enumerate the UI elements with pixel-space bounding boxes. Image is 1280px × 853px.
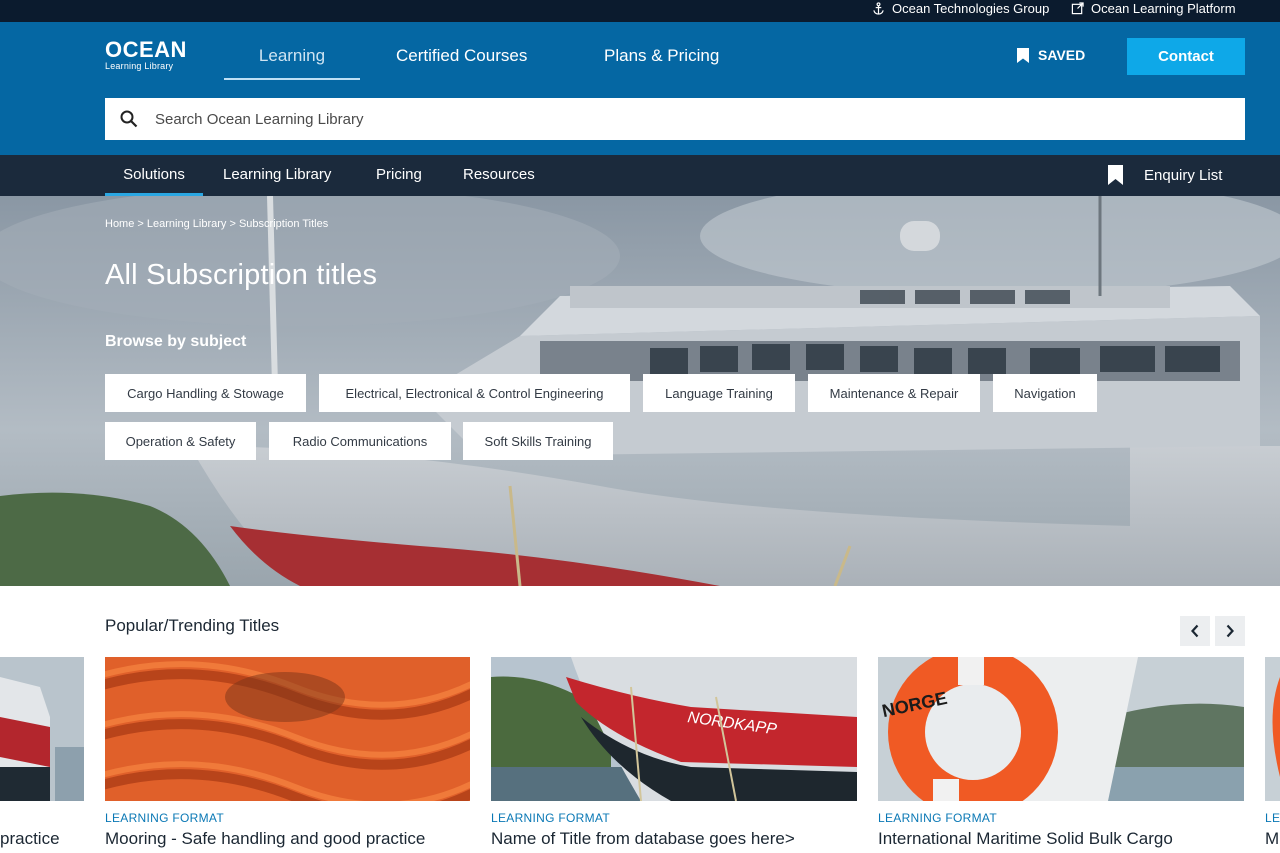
course-card-image [0, 657, 84, 801]
nav-certified-courses[interactable]: Certified Courses [396, 45, 527, 67]
course-card-image [105, 657, 470, 801]
external-link-icon [1071, 1, 1084, 14]
course-card[interactable]: NORGE LEARNING FORMAT International Mari… [878, 657, 1244, 853]
popular-trending-heading: Popular/Trending Titles [105, 616, 280, 635]
course-card[interactable]: LE M [1265, 657, 1280, 853]
saved-label: SAVED [1038, 47, 1086, 63]
course-card[interactable]: NORDKAPP LEARNING FORMAT Name of Title f… [491, 657, 857, 853]
subject-chip-maintenance-repair[interactable]: Maintenance & Repair [808, 374, 980, 412]
bookmark-icon [1017, 47, 1029, 63]
course-card-format: LEARNING FORMAT [105, 811, 224, 825]
ocean-learning-platform-link[interactable]: Ocean Learning Platform [1071, 0, 1236, 16]
breadcrumb-separator: > [137, 218, 144, 230]
ocean-technologies-link[interactable]: Ocean Technologies Group [872, 0, 1049, 16]
course-card-image: NORGE [878, 657, 1244, 801]
carousel-next-button[interactable] [1215, 616, 1245, 646]
ocean-logo[interactable]: OCEAN Learning Library [105, 37, 187, 72]
breadcrumb: Home > Learning Library > Subscription T… [105, 218, 328, 230]
subject-chip-operation-safety[interactable]: Operation & Safety [105, 422, 256, 460]
subnav-resources[interactable]: Resources [463, 166, 535, 184]
course-card-title: Mooring - Safe handling and good practic… [105, 829, 426, 848]
subnav-pricing[interactable]: Pricing [376, 166, 422, 184]
anchor-icon [873, 1, 884, 15]
breadcrumb-separator: > [229, 218, 236, 230]
subject-chip-soft-skills[interactable]: Soft Skills Training [463, 422, 613, 460]
course-card[interactable]: LEARNING FORMAT Mooring - Safe handling … [105, 657, 470, 853]
contact-button[interactable]: Contact [1127, 38, 1245, 75]
logo-sub-text: Learning Library [105, 61, 174, 71]
course-card-format: LEARNING FORMAT [491, 811, 610, 825]
breadcrumb-learning-library[interactable]: Learning Library [147, 218, 227, 230]
search-icon [120, 110, 138, 128]
utility-bar: Ocean Technologies Group Ocean Learning … [0, 0, 1280, 22]
course-card[interactable]: practice [0, 657, 84, 853]
ocean-learning-platform-label: Ocean Learning Platform [1091, 0, 1236, 16]
saved-link[interactable]: SAVED [1017, 47, 1085, 63]
subnav-solutions[interactable]: Solutions [105, 166, 203, 184]
subnav-learning-library[interactable]: Learning Library [223, 166, 331, 184]
sub-navigation: Solutions Learning Library Pricing Resou… [0, 155, 1280, 196]
subject-chip-navigation[interactable]: Navigation [993, 374, 1097, 412]
hero-banner: Home > Learning Library > Subscription T… [0, 196, 1280, 586]
chevron-left-icon [1191, 624, 1199, 638]
chevron-right-icon [1226, 624, 1234, 638]
enquiry-list-link[interactable]: Enquiry List [1108, 165, 1222, 185]
course-card-title: practice [0, 829, 60, 848]
nav-plans-pricing[interactable]: Plans & Pricing [604, 45, 719, 67]
browse-by-subject-heading: Browse by subject [105, 333, 247, 350]
subject-chip-radio-communications[interactable]: Radio Communications [269, 422, 451, 460]
breadcrumb-current: Subscription Titles [238, 218, 329, 230]
course-card-format: LE [1265, 811, 1280, 825]
course-card-image: NORDKAPP [491, 657, 857, 801]
subject-chip-electrical[interactable]: Electrical, Electronical & Control Engin… [319, 374, 630, 412]
bookmark-icon [1108, 165, 1123, 185]
course-card-image [1265, 657, 1280, 801]
nav-learning[interactable]: Learning [224, 45, 360, 67]
ocean-technologies-label: Ocean Technologies Group [892, 0, 1050, 16]
page-title: All Subscription titles [105, 259, 378, 291]
carousel-prev-button[interactable] [1180, 616, 1210, 646]
search-input[interactable] [155, 110, 1155, 128]
main-header: OCEAN Learning Library Learning Certifie… [0, 22, 1280, 155]
logo-main-text: OCEAN [105, 37, 187, 62]
enquiry-list-label: Enquiry List [1144, 166, 1223, 184]
breadcrumb-home[interactable]: Home [105, 218, 134, 230]
course-card-format: LEARNING FORMAT [878, 811, 997, 825]
course-card-title: Name of Title from database goes here> [491, 829, 795, 848]
subject-chip-language-training[interactable]: Language Training [643, 374, 795, 412]
nav-active-underline [224, 78, 360, 80]
search-bar[interactable] [105, 98, 1245, 140]
subject-chip-cargo-handling[interactable]: Cargo Handling & Stowage [105, 374, 306, 412]
course-card-title: International Maritime Solid Bulk Cargo [878, 829, 1173, 848]
course-card-title: M [1265, 829, 1280, 848]
